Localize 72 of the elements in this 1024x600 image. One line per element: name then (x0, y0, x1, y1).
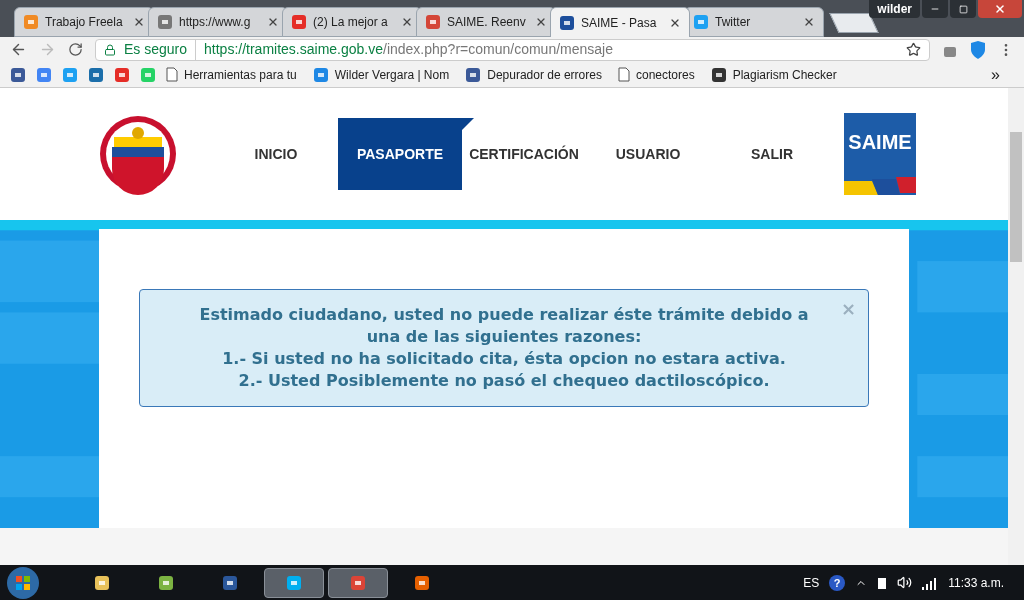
favicon-icon (23, 14, 39, 30)
back-icon[interactable] (10, 41, 27, 58)
bookmark-icon (710, 66, 727, 83)
nav-tab[interactable]: SALIR (710, 118, 834, 190)
nav-tab[interactable]: CERTIFICACIÓN (462, 118, 586, 190)
bookmark[interactable]: Plagiarism Checker (710, 65, 843, 84)
favicon-icon (157, 14, 173, 30)
volume-icon[interactable] (897, 575, 913, 590)
language-indicator[interactable]: ES (803, 573, 820, 592)
alert-text: 2.- Usted Posiblemente no pasó el chequeo dactiloscópico. (237, 370, 771, 392)
app-icon (158, 574, 174, 591)
close-icon[interactable] (267, 16, 279, 28)
bookmark[interactable]: Wilder Vergara | Nom (312, 65, 456, 84)
taskbar-app[interactable] (328, 567, 388, 598)
close-icon[interactable] (401, 16, 413, 28)
taskbar-app[interactable] (264, 567, 324, 598)
favicon-icon (291, 14, 307, 30)
browser-tab[interactable]: SAIME - Pasa (550, 7, 690, 37)
reload-icon[interactable] (68, 42, 83, 57)
profile-button[interactable]: wilder (869, 0, 920, 18)
page-icon (617, 67, 630, 82)
star-icon[interactable] (906, 42, 921, 57)
bookmark-icon (312, 66, 329, 83)
tab-title: https://www.g (179, 14, 252, 31)
bookmark-icon[interactable] (36, 66, 52, 83)
bookmark[interactable]: Herramientas para tu (166, 65, 303, 84)
nav-tab[interactable]: INICIO (214, 118, 338, 190)
close-icon (994, 3, 1006, 15)
close-icon[interactable] (535, 16, 547, 28)
app-icon (414, 574, 430, 591)
clock[interactable]: 11:33 a.m. (948, 573, 1018, 592)
favicon-icon (425, 14, 441, 30)
minimize-button[interactable] (922, 0, 948, 18)
bookmark-icon[interactable] (88, 66, 104, 83)
tab-fold-icon (462, 118, 474, 130)
maximize-icon (958, 4, 968, 14)
bookmark-icon[interactable] (62, 66, 78, 83)
app-icon (94, 574, 110, 591)
tab-title: SAIME - Pasa (581, 14, 658, 32)
tab-title: Trabajo Freela (45, 14, 124, 31)
bookmark-icon[interactable] (114, 66, 130, 83)
tab-title: Twitter (715, 14, 752, 31)
more-bookmarks-button[interactable]: » (991, 62, 1014, 87)
nav-tab[interactable]: USUARIO (586, 118, 710, 190)
signal-icon[interactable] (922, 575, 939, 590)
url-text: https://tramites.saime.gob.ve/index.php?r=comun/comun/mensaje (204, 40, 614, 59)
security-label: Es seguro (124, 39, 197, 60)
bookmark[interactable]: Depurador de errores (465, 65, 608, 84)
bookmark-icon (465, 66, 482, 83)
shield-icon[interactable] (970, 40, 986, 59)
page-icon (166, 67, 178, 82)
close-icon[interactable] (803, 16, 815, 28)
alert-text: Estimado ciudadano, usted no puede realizar éste trámite debido a una de las siguientes razones: (198, 304, 810, 348)
bookmark[interactable]: conectores (617, 65, 701, 84)
lock-icon (104, 43, 116, 56)
favicon-icon (693, 14, 709, 30)
app-icon (222, 574, 238, 591)
alert-text: 1.- Si usted no ha solicitado cita, ésta opcion no estara activa. (221, 348, 787, 370)
tab-title: (2) La mejor a (313, 14, 389, 31)
bookmark-icon[interactable] (10, 66, 26, 83)
scrollbar[interactable] (1008, 88, 1024, 565)
tab-title: SAIME. Reenv (447, 14, 527, 31)
app-icon (286, 574, 302, 591)
favicon-icon (559, 14, 575, 31)
close-icon[interactable] (133, 16, 145, 28)
brand-logo: SAIME (848, 130, 912, 155)
address-bar[interactable]: Es seguro https://tramites.saime.gob.ve/index.php?r=comun/comun/mensaje (95, 38, 930, 61)
start-button[interactable] (6, 565, 40, 600)
maximize-button[interactable] (950, 0, 976, 18)
nav-tab[interactable]: PASAPORTE (338, 118, 462, 190)
app-icon (350, 574, 366, 591)
help-button[interactable]: ? (829, 574, 846, 591)
